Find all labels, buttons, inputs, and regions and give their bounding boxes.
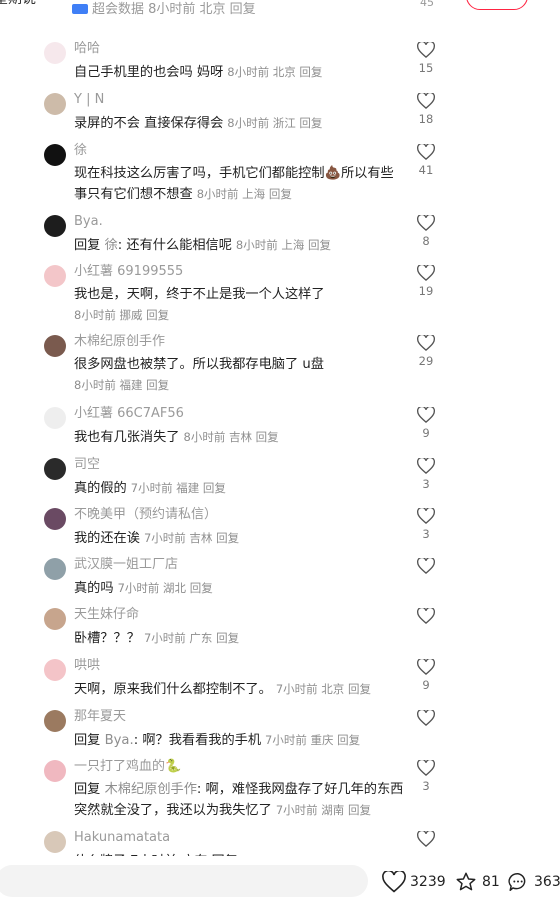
comment-input[interactable]: [0, 865, 368, 897]
partial-like-count: 45: [420, 0, 434, 9]
avatar[interactable]: [44, 265, 66, 287]
comment-author[interactable]: Y | N: [74, 91, 104, 109]
comment-body: 我也是，天啊，终于不止是我一个人这样了 8小时前 挪威 回复: [74, 287, 325, 322]
comment-author[interactable]: 不晚美甲（预约请私信）: [74, 506, 217, 524]
heart-icon: [417, 831, 435, 847]
comment-body: 回复 Bya.: 啊？我看看我的手机 7小时前 重庆 回复: [74, 733, 361, 748]
heart-icon: [417, 407, 435, 423]
comment-author[interactable]: 木棉纪原创手作: [74, 333, 165, 351]
like-button[interactable]: 15: [412, 42, 440, 76]
comment-author[interactable]: 哄哄: [74, 657, 100, 675]
like-button[interactable]: 41: [412, 144, 440, 178]
collect-count: 81: [482, 874, 500, 890]
collect-button[interactable]: 81: [454, 870, 500, 894]
reply-target[interactable]: 木棉纪原创手作: [105, 782, 197, 797]
bottom-bar: 3239 81 363: [0, 856, 560, 901]
avatar[interactable]: [44, 710, 66, 732]
like-button[interactable]: [412, 558, 440, 574]
star-icon: [456, 872, 476, 891]
heart-icon: [417, 93, 435, 109]
comment-author[interactable]: 小红薯 66C7AF56: [74, 405, 184, 423]
top-bar: 星期说 关注 超会数据 8小时前 北京 回复 45: [0, 0, 560, 30]
heart-icon: [382, 871, 406, 893]
avatar[interactable]: [44, 659, 66, 681]
note-title-partial: 星期说: [0, 0, 36, 8]
comment-button[interactable]: 363: [506, 870, 560, 894]
avatar[interactable]: [44, 760, 66, 782]
comment-author[interactable]: 武汉膜一姐工厂店: [74, 556, 178, 574]
comment-author[interactable]: 哈哈: [74, 40, 100, 58]
reply-target[interactable]: 徐: [105, 238, 118, 253]
comment-body: 录屏的不会 直接保存得会 8小时前 浙江 回复: [74, 116, 323, 131]
heart-icon: [417, 710, 435, 726]
comment-author[interactable]: 司空: [74, 456, 100, 474]
avatar[interactable]: [44, 215, 66, 237]
avatar[interactable]: [44, 407, 66, 429]
comment-body: 天啊，原来我们什么都控制不了。 7小时前 北京 回复: [74, 682, 371, 697]
heart-icon: [417, 42, 435, 58]
like-button[interactable]: 9: [412, 407, 440, 441]
comment-author[interactable]: 小红薯 69199555: [74, 263, 183, 281]
avatar[interactable]: [44, 558, 66, 580]
avatar[interactable]: [44, 608, 66, 630]
heart-icon: [417, 265, 435, 281]
heart-icon: [417, 144, 435, 160]
heart-icon: [417, 760, 435, 776]
like-button[interactable]: 29: [412, 335, 440, 369]
like-note-button[interactable]: 3239: [382, 870, 446, 894]
heart-icon: [417, 508, 435, 524]
like-button[interactable]: 18: [412, 93, 440, 127]
comment-icon: [508, 873, 526, 891]
heart-icon: [417, 335, 435, 351]
comment-count: 363: [534, 874, 560, 890]
comment-body: 我的还在诶 7小时前 吉林 回复: [74, 531, 240, 546]
comment-body: 真的假的 7小时前 福建 回复: [74, 481, 226, 496]
comment-author[interactable]: Hakunamatata: [74, 829, 170, 847]
comment-author[interactable]: 一只打了鸡血的🐍: [74, 758, 181, 776]
like-button[interactable]: 9: [412, 659, 440, 693]
heart-icon: [417, 659, 435, 675]
avatar[interactable]: [44, 458, 66, 480]
comment-body: 自己手机里的也会吗 妈呀 8小时前 北京 回复: [74, 65, 323, 80]
avatar[interactable]: [44, 42, 66, 64]
heart-icon: [417, 558, 435, 574]
like-button[interactable]: [412, 608, 440, 624]
comment-meta[interactable]: 8小时前 北京 回复: [227, 65, 322, 79]
heart-icon: [417, 608, 435, 624]
comment-body: 回复 木棉纪原创手作: 啊，难怪我网盘存了好几年的东西突然就全没了，我还以为我失…: [74, 782, 404, 818]
avatar[interactable]: [44, 335, 66, 357]
comment-body: 很多网盘也被禁了。所以我都存电脑了 u盘 8小时前 福建 回复: [74, 357, 324, 392]
partial-comment: 超会数据 8小时前 北京 回复: [72, 0, 256, 18]
like-button[interactable]: 3: [412, 760, 440, 794]
comment-body: 卧槽？？？ 7小时前 广东 回复: [74, 631, 240, 646]
comment-body: 现在科技这么厉害了吗，手机它们都能控制💩所以有些事只有它们想不想查 8小时前 上海…: [74, 166, 394, 202]
avatar[interactable]: [44, 144, 66, 166]
like-button[interactable]: [412, 831, 440, 847]
avatar[interactable]: [44, 831, 66, 853]
comment-body: 我也有几张消失了 8小时前 吉林 回复: [74, 430, 279, 445]
heart-icon: [417, 215, 435, 231]
comment-body: 真的吗 7小时前 湖北 回复: [74, 581, 213, 596]
heart-icon: [417, 458, 435, 474]
like-button[interactable]: 19: [412, 265, 440, 299]
comment-author[interactable]: Bya.: [74, 213, 103, 231]
comment-author[interactable]: 那年夏天: [74, 708, 126, 726]
like-count: 3239: [410, 874, 446, 890]
comment-author[interactable]: 天生妹仔命: [74, 606, 139, 624]
reply-target[interactable]: Bya.: [105, 733, 134, 748]
avatar[interactable]: [44, 508, 66, 530]
like-button[interactable]: 3: [412, 508, 440, 542]
like-button[interactable]: 3: [412, 458, 440, 492]
like-button[interactable]: 8: [412, 215, 440, 249]
emoji-icon: [72, 4, 88, 14]
avatar[interactable]: [44, 93, 66, 115]
like-button[interactable]: [412, 710, 440, 726]
comment-author[interactable]: 徐: [74, 142, 87, 160]
comment-body: 回复 徐: 还有什么能相信呢 8小时前 上海 回复: [74, 238, 332, 253]
follow-button[interactable]: 关注: [466, 0, 528, 10]
